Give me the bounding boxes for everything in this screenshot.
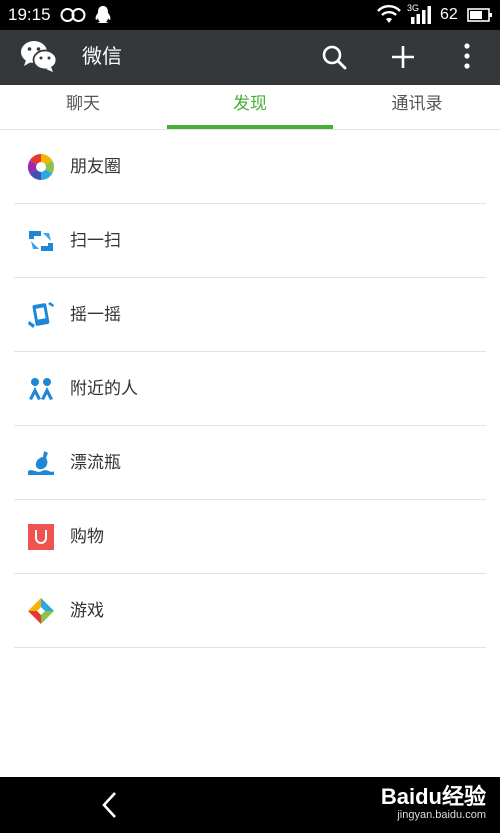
list-item-label: 漂流瓶: [70, 453, 121, 473]
shake-icon: [28, 302, 54, 328]
active-tab-indicator: [167, 125, 333, 129]
more-options-icon[interactable]: [460, 41, 474, 71]
watermark-brand: Baidu经验: [380, 784, 486, 809]
list-item-shake[interactable]: 摇一摇: [14, 278, 486, 352]
list-item-people-nearby[interactable]: 附近的人: [14, 352, 486, 426]
baidu-watermark: Baidu经验 jingyan.baidu.com: [380, 784, 486, 822]
search-icon[interactable]: [320, 43, 348, 71]
games-icon: [28, 598, 54, 624]
status-bar: 19:15 3G 62: [0, 0, 500, 30]
action-bar: 微信: [0, 30, 500, 85]
tab-discover[interactable]: 发现: [167, 85, 333, 130]
list-item-moments[interactable]: 朋友圈: [14, 130, 486, 204]
back-icon[interactable]: [98, 791, 122, 819]
discover-list: 朋友圈 扫一扫 摇一摇 附近的人 漂流瓶 购物 游戏: [14, 130, 486, 648]
list-item-drift-bottle[interactable]: 漂流瓶: [14, 426, 486, 500]
list-item-shopping[interactable]: 购物: [14, 500, 486, 574]
list-item-label: 购物: [70, 527, 104, 547]
drift-bottle-icon: [28, 451, 54, 475]
list-item-scan[interactable]: 扫一扫: [14, 204, 486, 278]
tab-bar: 聊天 发现 通讯录: [0, 85, 500, 130]
navigation-bar: Baidu经验 jingyan.baidu.com: [0, 777, 500, 833]
tab-chats[interactable]: 聊天: [0, 85, 166, 130]
list-item-label: 附近的人: [70, 379, 138, 399]
qq-icon: [95, 6, 111, 23]
battery-level: 62: [440, 6, 458, 23]
battery-icon: [467, 8, 492, 22]
infinity-icon: [60, 8, 86, 22]
list-item-label: 扫一扫: [70, 231, 121, 251]
list-item-label: 摇一摇: [70, 305, 121, 325]
wifi-icon: [377, 5, 401, 23]
moments-icon: [27, 153, 55, 181]
list-item-label: 朋友圈: [70, 157, 121, 177]
list-item-games[interactable]: 游戏: [14, 574, 486, 648]
shopping-icon: [28, 524, 54, 550]
watermark-url: jingyan.baidu.com: [397, 809, 486, 821]
list-item-label: 游戏: [70, 601, 104, 621]
scan-icon: [29, 231, 53, 251]
signal-icon: [411, 6, 431, 24]
page-title: 微信: [82, 44, 122, 68]
add-icon[interactable]: [389, 43, 417, 71]
people-nearby-icon: [29, 378, 53, 400]
tab-contacts[interactable]: 通讯录: [334, 85, 500, 130]
wechat-logo-icon: [21, 41, 58, 72]
status-time: 19:15: [8, 5, 51, 24]
